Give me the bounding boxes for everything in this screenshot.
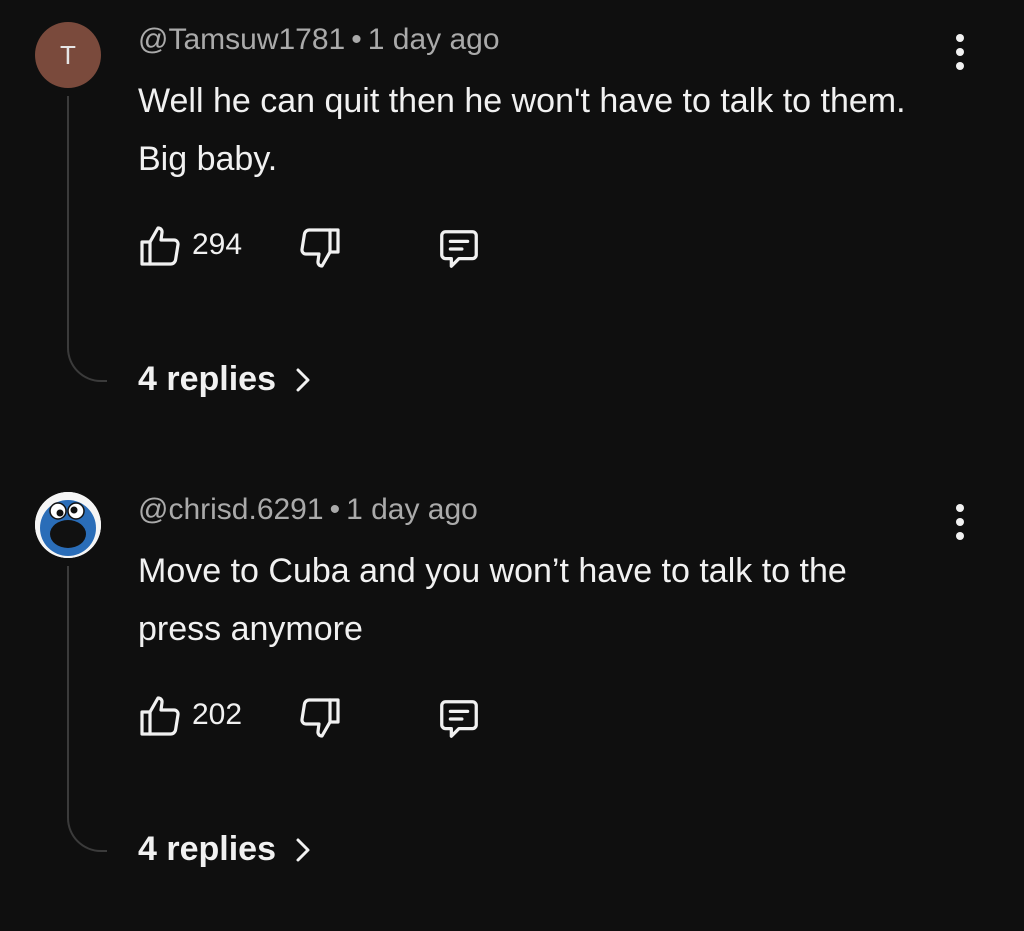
- timestamp: 1 day ago: [367, 23, 500, 56]
- like-count: 202: [192, 698, 243, 731]
- comment-text: Move to Cuba and you won’t have to talk …: [138, 552, 847, 648]
- meta-separator: •: [351, 23, 362, 56]
- comment-actions: 294: [136, 222, 536, 272]
- comment-text: Well he can quit then he won't have to t…: [138, 82, 906, 178]
- thumbs-down-icon[interactable]: [296, 224, 344, 272]
- replies-button[interactable]: 4 replies: [138, 830, 312, 869]
- more-vertical-icon: [956, 34, 964, 42]
- avatar[interactable]: [35, 492, 101, 558]
- author-name[interactable]: @chrisd.6291: [138, 493, 324, 526]
- chevron-right-icon: [296, 368, 310, 391]
- reply-comment-icon[interactable]: [436, 226, 482, 272]
- reply-comment-icon[interactable]: [436, 696, 482, 742]
- cookie-monster-avatar-icon: [35, 492, 101, 558]
- replies-button[interactable]: 4 replies: [138, 360, 312, 399]
- replies-label: 4 replies: [138, 360, 276, 398]
- more-options-button[interactable]: [952, 504, 968, 540]
- thumbs-up-icon[interactable]: [136, 222, 184, 270]
- timestamp: 1 day ago: [346, 493, 478, 526]
- thread-line: [67, 566, 107, 852]
- avatar[interactable]: T: [35, 22, 101, 88]
- thumbs-up-icon[interactable]: [136, 692, 184, 740]
- meta-separator: •: [329, 493, 341, 526]
- replies-label: 4 replies: [138, 830, 276, 868]
- comment-meta: @Tamsuw1781 • 1 day ago: [138, 23, 500, 57]
- thread-line: [67, 96, 107, 382]
- comment-actions: 202: [136, 692, 536, 742]
- more-options-button[interactable]: [952, 34, 968, 70]
- comment-meta: @chrisd.6291 • 1 day ago: [138, 493, 478, 527]
- thumbs-down-icon[interactable]: [296, 694, 344, 742]
- like-count: 294: [192, 228, 243, 261]
- avatar-letter: T: [60, 39, 76, 70]
- chevron-right-icon: [296, 838, 310, 861]
- author-name[interactable]: @Tamsuw1781: [138, 23, 345, 56]
- more-vertical-icon: [956, 504, 964, 512]
